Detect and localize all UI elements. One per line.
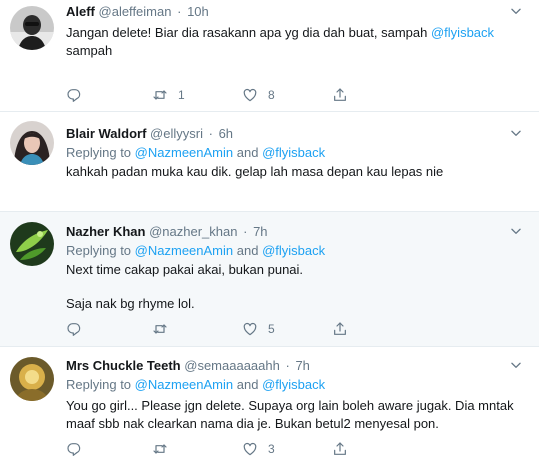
like-count: 3 (268, 442, 275, 456)
reply-icon (66, 441, 82, 457)
like-count: 8 (268, 88, 275, 102)
user-handle[interactable]: @ellyysri (150, 126, 203, 141)
retweet-icon (152, 441, 168, 457)
tweet-item[interactable]: Nazher Khan @nazher_khan · 7h Replying t… (0, 212, 539, 347)
share-button[interactable] (332, 440, 348, 458)
reply-feed: Aleff @aleffeiman · 10h Jangan delete! B… (0, 0, 539, 466)
tweet-item[interactable]: Mrs Chuckle Teeth @semaaaaaahh · 7h Repl… (0, 347, 539, 466)
tweet-text: Jangan delete! Biar dia rasakann apa yg … (66, 24, 539, 60)
reply-button[interactable] (66, 440, 92, 458)
tweet-text: kahkah padan muka kau dik. gelap lah mas… (66, 163, 539, 181)
tweet-text-line: You go girl... Please jgn delete. Supaya… (66, 398, 514, 413)
share-icon (332, 87, 348, 103)
tweet-actions: 5 (66, 320, 366, 338)
tweet-text-line: maaf sbb nak clearkan nama dia je. Bukan… (66, 416, 439, 431)
like-button[interactable]: 5 (242, 320, 275, 338)
mention-link[interactable]: @NazmeenAmin (135, 243, 233, 258)
avatar[interactable] (10, 121, 54, 165)
reply-button[interactable] (66, 320, 92, 338)
display-name[interactable]: Mrs Chuckle Teeth (66, 358, 181, 373)
share-icon (332, 441, 348, 457)
timestamp[interactable]: 10h (187, 4, 209, 19)
tweet-actions: 1 8 (66, 86, 366, 104)
mention-link[interactable]: @flyisback (431, 25, 494, 40)
timestamp[interactable]: 6h (219, 126, 233, 141)
mention-link[interactable]: @flyisback (262, 145, 325, 160)
timestamp[interactable]: 7h (295, 358, 309, 373)
replying-to: Replying to @NazmeenAmin and @flyisback (66, 376, 539, 394)
tweet-text-line: Saja nak bg rhyme lol. (66, 296, 195, 311)
replying-to-and: and (236, 243, 259, 258)
tweet-text-line: Next time cakap pakai akai, bukan punai. (66, 262, 304, 277)
reply-button[interactable] (66, 86, 92, 104)
mention-link[interactable]: @NazmeenAmin (135, 377, 233, 392)
tweet-text: You go girl... Please jgn delete. Supaya… (66, 397, 539, 433)
retweet-button[interactable]: 1 (152, 86, 185, 104)
tweet-text-part: Jangan delete! Biar dia rasakann apa yg … (66, 25, 431, 40)
tweet-item[interactable]: Aleff @aleffeiman · 10h Jangan delete! B… (0, 0, 539, 112)
retweet-count: 1 (178, 88, 185, 102)
avatar[interactable] (10, 357, 54, 401)
replying-to-label: Replying to (66, 243, 132, 258)
share-button[interactable] (332, 86, 348, 104)
replying-to-label: Replying to (66, 145, 132, 160)
separator: · (243, 224, 248, 239)
share-button[interactable] (332, 320, 348, 338)
separator: · (208, 126, 213, 141)
reply-icon (66, 87, 82, 103)
heart-icon (242, 87, 258, 103)
heart-icon (242, 441, 258, 457)
replying-to-and: and (236, 377, 259, 392)
like-button[interactable]: 8 (242, 86, 275, 104)
separator: · (177, 4, 182, 19)
user-handle[interactable]: @nazher_khan (149, 224, 237, 239)
separator: · (285, 358, 290, 373)
tweet-text: Next time cakap pakai akai, bukan punai.… (66, 261, 539, 313)
mention-link[interactable]: @NazmeenAmin (135, 145, 233, 160)
like-count: 5 (268, 322, 275, 336)
share-icon (332, 321, 348, 337)
mention-link[interactable]: @flyisback (262, 377, 325, 392)
mention-link[interactable]: @flyisback (262, 243, 325, 258)
display-name[interactable]: Aleff (66, 4, 95, 19)
tweet-text-line: kahkah padan muka kau dik. gelap lah mas… (66, 164, 444, 179)
heart-icon (242, 321, 258, 337)
replying-to-label: Replying to (66, 377, 132, 392)
retweet-icon (152, 321, 168, 337)
replying-to-and: and (236, 145, 259, 160)
replying-to: Replying to @NazmeenAmin and @flyisback (66, 144, 539, 162)
tweet-text-part: sampah (66, 43, 113, 58)
retweet-button[interactable] (152, 440, 178, 458)
tweet-actions: 3 (66, 440, 366, 458)
user-handle[interactable]: @aleffeiman (99, 4, 172, 19)
user-handle[interactable]: @semaaaaaahh (184, 358, 280, 373)
avatar[interactable] (10, 222, 54, 266)
timestamp[interactable]: 7h (253, 224, 267, 239)
retweet-button[interactable] (152, 320, 178, 338)
display-name[interactable]: Nazher Khan (66, 224, 145, 239)
reply-icon (66, 321, 82, 337)
like-button[interactable]: 3 (242, 440, 275, 458)
avatar[interactable] (10, 6, 54, 50)
tweet-item[interactable]: Blair Waldorf @ellyysri · 6h Replying to… (0, 112, 539, 212)
retweet-icon (152, 87, 168, 103)
replying-to: Replying to @NazmeenAmin and @flyisback (66, 242, 539, 260)
display-name[interactable]: Blair Waldorf (66, 126, 146, 141)
